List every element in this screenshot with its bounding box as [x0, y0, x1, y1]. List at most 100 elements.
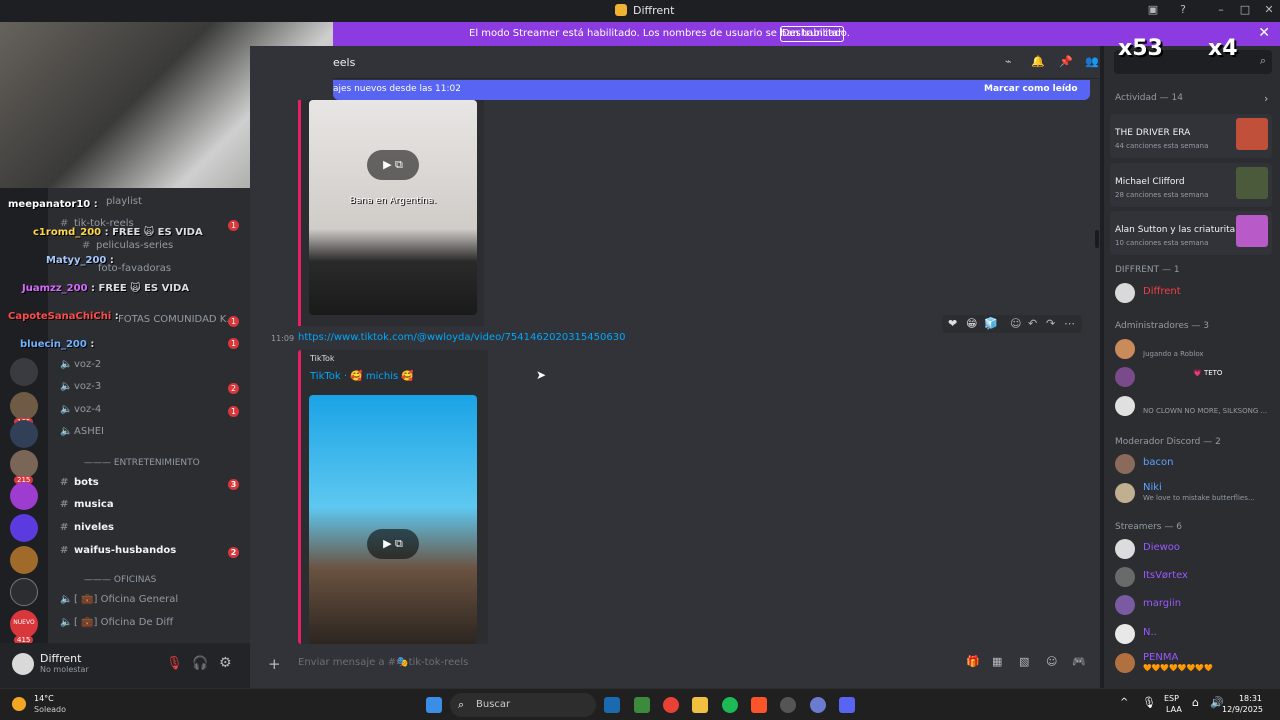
threads-icon[interactable]: ⌁ — [1005, 55, 1012, 68]
voice-channel[interactable]: 🔈[ 💼] Oficina General — [60, 594, 178, 614]
microphone-icon[interactable]: 🎙 — [1142, 696, 1156, 709]
message-composer[interactable]: Enviar mensaje a #🎭tik-tok-reels 🎁 ▦ ▧ ☺… — [290, 649, 1090, 677]
member-item[interactable]: 💗 TETO — [1115, 364, 1275, 390]
sticker-icon[interactable]: ▧ — [1019, 655, 1029, 668]
member-item[interactable]: Niki We love to mistake butterflies... — [1115, 480, 1275, 506]
more-icon[interactable]: ⋯ — [1064, 317, 1075, 330]
voice-channel[interactable]: 🔈[ 💼] Oficina De Diff — [60, 617, 173, 637]
app-icon[interactable] — [780, 697, 796, 713]
heart-reaction-icon[interactable]: ❤ — [948, 317, 957, 330]
deafen-icon[interactable]: 🎧 — [192, 656, 208, 671]
help-icon[interactable]: ? — [1176, 3, 1190, 17]
app-icon[interactable] — [810, 697, 826, 713]
inbox-icon[interactable]: ▣ — [1146, 3, 1160, 17]
voice-channel[interactable]: 🔈 voz-2 — [60, 359, 101, 379]
reply-icon[interactable]: ↶ — [1028, 317, 1037, 330]
server-icon[interactable]: 165 — [10, 392, 38, 426]
emoji-reaction-icon[interactable]: 🧊 — [984, 317, 998, 330]
mark-read-button[interactable]: Marcar como leído — [984, 84, 1078, 94]
embed-title[interactable]: TikTok · 🥰 michis 🥰 — [310, 371, 414, 382]
server-icon[interactable] — [10, 420, 38, 448]
play-icon[interactable]: ▶ ⧉ — [367, 529, 419, 559]
voice-channel[interactable]: 🔈 ASHEI — [60, 426, 104, 446]
server-icon[interactable] — [10, 578, 38, 606]
minimize-button[interactable]: – — [1214, 3, 1228, 17]
close-window-button[interactable]: ✕ — [1262, 3, 1276, 17]
activity-card[interactable]: Michael Clifford 28 canciones esta seman… — [1110, 163, 1272, 207]
server-icon[interactable] — [10, 358, 38, 386]
video-thumbnail[interactable]: ▶ ⧉ Bana en Argentina. — [309, 100, 477, 315]
member-item[interactable]: N.. — [1115, 621, 1275, 647]
search-icon: ⌕ — [458, 698, 465, 711]
channel-item[interactable]: # musica — [60, 499, 114, 519]
member-item[interactable]: NO CLOWN NO MORE, SILKSONG ... — [1115, 393, 1275, 419]
server-icon[interactable]: NUEVO 415 — [10, 610, 38, 644]
add-reaction-icon[interactable]: ☺ — [1010, 317, 1021, 330]
member-item[interactable]: Jugando a Roblox — [1115, 336, 1275, 362]
spotify-icon[interactable] — [722, 697, 738, 713]
member-item[interactable]: ItsVørtex — [1115, 564, 1275, 590]
chrome-icon[interactable] — [663, 697, 679, 713]
channel-item[interactable]: foto-favadoras — [98, 263, 171, 283]
member-item[interactable]: margiin — [1115, 592, 1275, 618]
gif-icon[interactable]: ▦ — [992, 655, 1002, 668]
close-banner-icon[interactable]: ✕ — [1258, 25, 1270, 41]
channel-label: waifus-husbandos — [74, 545, 177, 556]
windows-start-icon[interactable] — [426, 697, 442, 713]
disable-streamer-button[interactable]: Deshabilitar — [780, 26, 844, 42]
clock-time[interactable]: 18:31 — [1232, 694, 1262, 703]
maximize-button[interactable]: □ — [1238, 3, 1252, 17]
channel-item[interactable]: # niveles — [60, 522, 114, 542]
file-explorer-icon[interactable] — [692, 697, 708, 713]
chat-scrollbar[interactable] — [1095, 230, 1099, 248]
activity-card[interactable]: THE DRIVER ERA 44 canciones esta semana — [1110, 114, 1272, 158]
member-item[interactable]: bacon — [1115, 451, 1275, 477]
unread-badge: 3 — [228, 479, 239, 490]
category-oficinas[interactable]: ——— OFICINAS — [84, 575, 156, 585]
emoji-reaction-icon[interactable]: 😁 — [966, 317, 977, 330]
play-icon[interactable]: ▶ ⧉ — [367, 150, 419, 180]
activity-card[interactable]: Alan Sutton y las criaturita... 10 canci… — [1110, 211, 1272, 255]
weather-icon[interactable] — [12, 697, 26, 711]
voice-channel[interactable]: 🔈 voz-4 1 — [60, 404, 239, 424]
brave-icon[interactable] — [751, 697, 767, 713]
message-link[interactable]: https://www.tiktok.com/@wwloyda/video/75… — [298, 332, 625, 343]
taskbar-search[interactable]: ⌕ Buscar — [450, 693, 596, 717]
apps-icon[interactable]: 🎮 — [1072, 655, 1086, 668]
server-icon[interactable] — [10, 482, 38, 510]
add-attachment-icon[interactable]: + — [268, 655, 281, 673]
notifications-icon[interactable]: 🔔 — [1031, 55, 1045, 68]
voice-channel[interactable]: 🔈 voz-3 2 — [60, 381, 239, 401]
forward-icon[interactable]: ↷ — [1046, 317, 1055, 330]
pin-icon[interactable]: 📌 — [1059, 55, 1073, 68]
chevron-right-icon[interactable]: › — [1264, 92, 1268, 105]
chevron-up-icon[interactable]: ^ — [1120, 697, 1128, 708]
member-item[interactable]: PENMA 🧡🧡🧡🧡🧡🧡🧡🧡 — [1115, 650, 1275, 676]
discord-icon[interactable] — [839, 697, 855, 713]
new-messages-bar[interactable]: ajes nuevos desde las 11:02 Marcar como … — [333, 80, 1090, 100]
members-icon[interactable]: 👥 — [1085, 55, 1099, 68]
member-item[interactable]: Diffrent — [1115, 280, 1275, 306]
server-icon[interactable] — [10, 546, 38, 574]
server-icon[interactable] — [10, 514, 38, 542]
category-entretenimiento[interactable]: ——— ENTRETENIMIENTO — [84, 458, 200, 468]
activity-sub: 10 canciones esta semana — [1115, 239, 1209, 247]
settings-icon[interactable]: ⚙ — [219, 655, 232, 671]
video-thumbnail[interactable]: ▶ ⧉ — [309, 395, 477, 644]
minecraft-icon[interactable] — [634, 697, 650, 713]
member-item[interactable]: Diewoo — [1115, 536, 1275, 562]
gift-icon[interactable]: 🎁 — [966, 655, 980, 668]
mute-icon[interactable]: 🎙 — [166, 656, 183, 671]
network-icon[interactable]: ⌂ — [1192, 696, 1199, 709]
avatar[interactable] — [12, 653, 34, 675]
language-indicator[interactable]: ESP — [1164, 694, 1179, 703]
channel-item[interactable]: FOTAS COMUNIDAD K... 1 — [118, 314, 239, 334]
steam-icon[interactable] — [604, 697, 620, 713]
message-input[interactable]: Enviar mensaje a #🎭tik-tok-reels — [298, 657, 468, 668]
channel-item[interactable]: # bots 3 — [60, 477, 239, 497]
channel-item[interactable]: playlist — [106, 196, 142, 216]
avatar — [1115, 624, 1135, 644]
channel-item[interactable]: # waifus-husbandos 2 — [60, 545, 239, 565]
emoji-icon[interactable]: ☺ — [1046, 655, 1057, 668]
server-icon[interactable]: 215 — [10, 450, 38, 484]
